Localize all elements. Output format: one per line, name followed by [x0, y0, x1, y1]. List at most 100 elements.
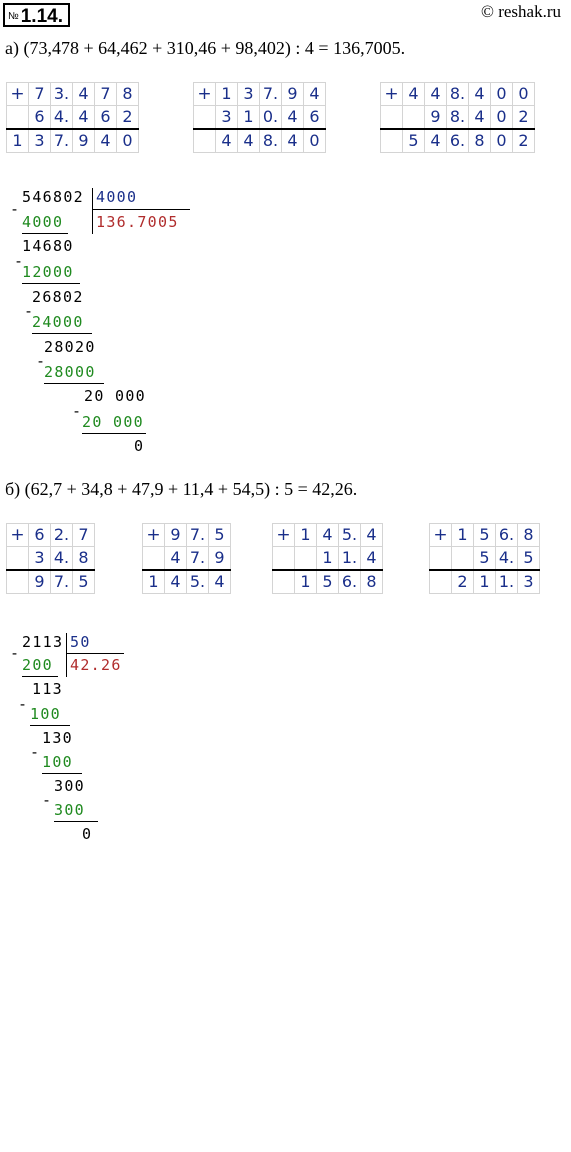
long-division-a: 546802 4000 136.7005 - 4000 14680 - 1200…	[10, 187, 210, 457]
dividend: 2113	[22, 633, 64, 651]
digit: 4	[281, 105, 304, 130]
digit: 5	[316, 569, 339, 594]
digit: 2	[512, 128, 535, 153]
plus-sign: +	[380, 82, 403, 106]
digit: 6	[28, 523, 51, 547]
digit	[380, 105, 403, 130]
digit	[193, 105, 216, 130]
digit: 7	[94, 82, 117, 106]
remainder: 28020	[44, 338, 96, 356]
digit: 1	[6, 128, 29, 153]
subtrahend: 20 000	[82, 413, 144, 431]
digit: 3	[237, 82, 260, 106]
digit: 0	[490, 128, 513, 153]
digit: 2	[451, 569, 474, 594]
digit: 4	[424, 128, 447, 153]
final-remainder: 0	[134, 437, 145, 455]
digit: 4	[215, 128, 238, 153]
addition-b-2: + 9 7. 5 4 7. 9 1 4 5. 4	[142, 523, 231, 594]
division-bracket	[66, 633, 67, 677]
plus-sign: +	[6, 523, 29, 547]
digit: 2	[512, 105, 535, 130]
digit: 8.	[259, 128, 282, 153]
digit: 9	[281, 82, 304, 106]
digit: 2.	[50, 523, 73, 547]
quotient-line	[92, 209, 190, 210]
digit: 3	[517, 569, 540, 594]
remainder: 113	[32, 680, 63, 698]
digit: 4	[360, 546, 383, 571]
digit: 7.	[259, 82, 282, 106]
digit: 3	[215, 105, 238, 130]
digit	[294, 546, 317, 571]
subtrahend: 100	[30, 705, 61, 723]
digit	[6, 105, 29, 130]
digit: 0.	[259, 105, 282, 130]
digit: 4	[281, 128, 304, 153]
remainder: 26802	[32, 288, 84, 306]
addition-b-4: + 1 5 6. 8 5 4. 5 2 1 1. 3	[429, 523, 540, 594]
minus-sign: -	[10, 200, 21, 218]
plus-sign: +	[142, 523, 165, 547]
digit: 4	[468, 82, 491, 106]
digit: 6.	[495, 523, 518, 547]
divisor: 4000	[96, 188, 138, 206]
digit: 7.	[50, 569, 73, 594]
digit	[272, 546, 295, 571]
digit: 4	[208, 569, 231, 594]
digit: 4.	[50, 105, 73, 130]
digit	[380, 128, 403, 153]
site-watermark: © reshak.ru	[481, 2, 561, 21]
subtrahend: 12000	[22, 263, 74, 281]
subtract-line	[42, 773, 82, 774]
remainder: 130	[42, 729, 73, 747]
digit: 4	[316, 523, 339, 547]
plus-sign: +	[193, 82, 216, 106]
plus-sign: +	[6, 82, 29, 106]
digit: 6	[94, 105, 117, 130]
digit: 9	[424, 105, 447, 130]
digit: 3	[28, 546, 51, 571]
digit: 8	[116, 82, 139, 106]
problem-number: 1.14.	[20, 6, 63, 27]
remainder: 14680	[22, 237, 74, 255]
plus-sign: +	[429, 523, 452, 547]
digit	[272, 569, 295, 594]
digit: 6	[28, 105, 51, 130]
digit: 5.	[338, 523, 361, 547]
problem-number-badge: № 1.14.	[3, 3, 70, 27]
digit: 7	[28, 82, 51, 106]
digit	[193, 128, 216, 153]
long-division-b: 2113 50 42.26 - 200 113 - 100 130 - 100 …	[10, 632, 210, 847]
remainder: 300	[54, 777, 85, 795]
digit: 4	[72, 105, 95, 130]
quotient: 136.7005	[96, 213, 179, 231]
digit: 6.	[446, 128, 469, 153]
subtract-line	[44, 383, 104, 384]
digit: 8	[72, 546, 95, 571]
digit: 4	[94, 128, 117, 153]
digit: 0	[116, 128, 139, 153]
digit	[451, 546, 474, 571]
digit: 1	[142, 569, 165, 594]
digit: 9	[72, 128, 95, 153]
subtrahend: 4000	[22, 213, 64, 231]
digit: 5	[473, 546, 496, 571]
subtract-line	[30, 725, 70, 726]
digit: 4	[468, 105, 491, 130]
digit	[429, 569, 452, 594]
digit	[6, 546, 29, 571]
quotient: 42.26	[70, 656, 122, 674]
digit: 0	[303, 128, 326, 153]
digit: 8	[517, 523, 540, 547]
digit	[402, 105, 425, 130]
division-bracket	[92, 188, 93, 234]
digit: 0	[490, 82, 513, 106]
digit: 5	[208, 523, 231, 547]
subtract-line	[82, 433, 146, 434]
quotient-line	[66, 653, 124, 654]
digit: 4.	[50, 546, 73, 571]
digit: 1	[215, 82, 238, 106]
subtrahend: 100	[42, 753, 73, 771]
minus-sign: -	[42, 791, 53, 809]
